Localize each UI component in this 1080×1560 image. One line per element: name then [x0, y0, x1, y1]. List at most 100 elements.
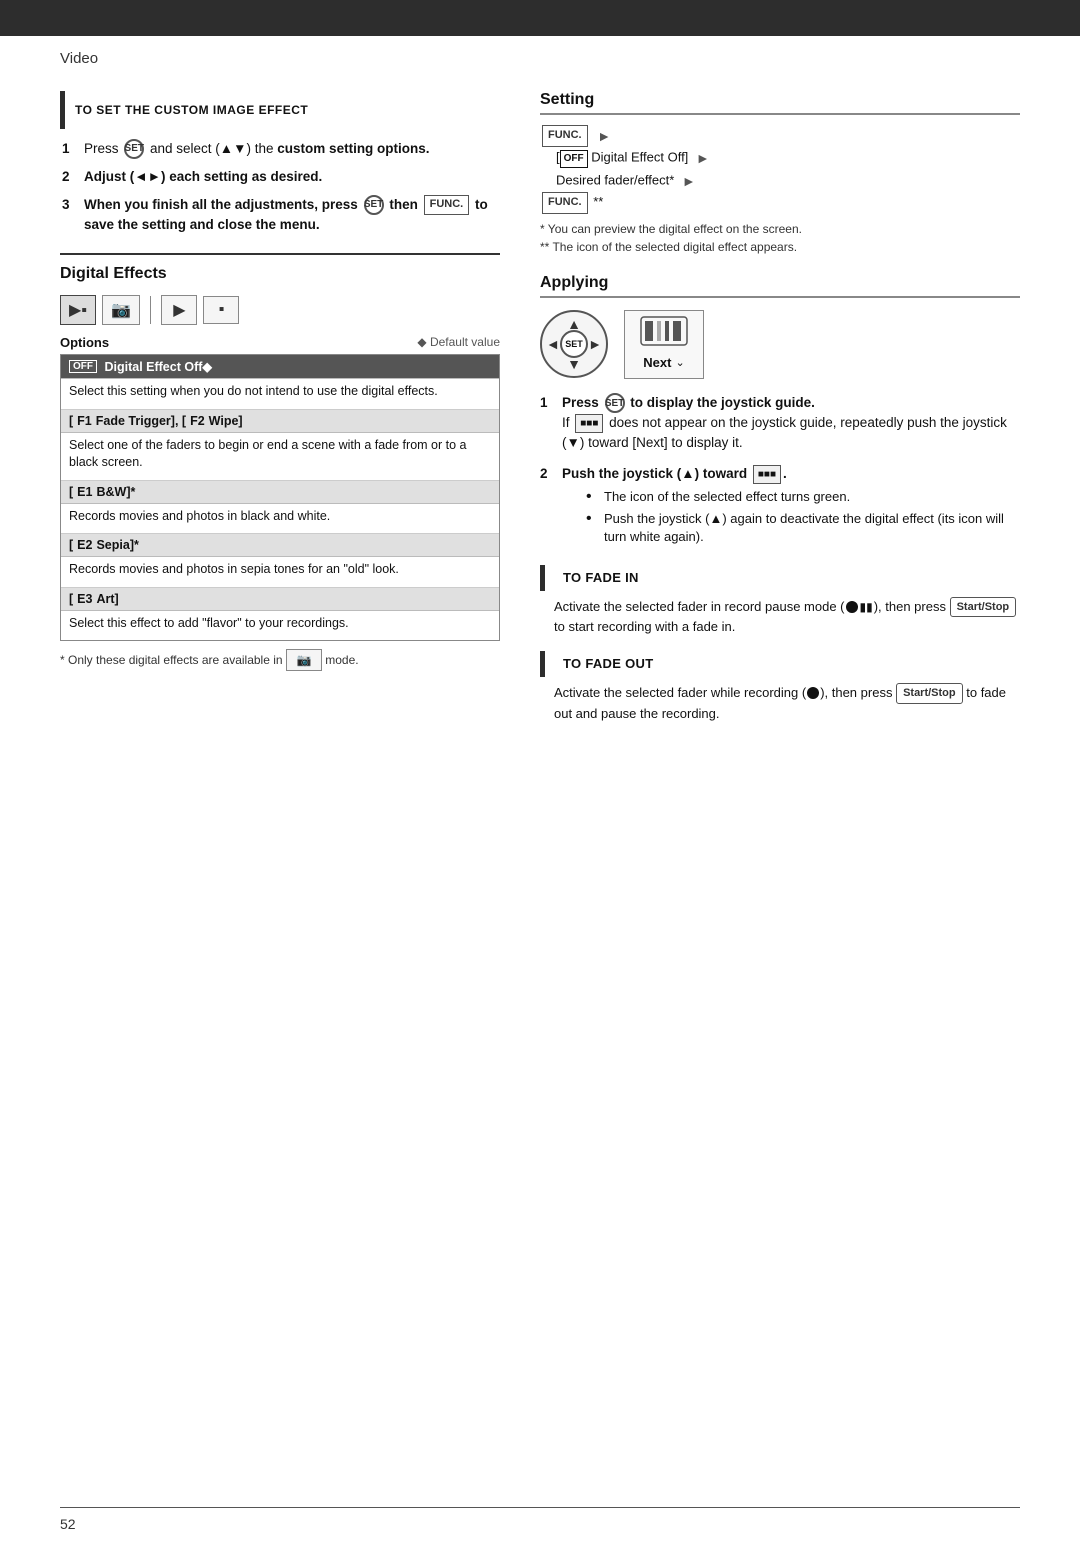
applying-step-1: 1 Press SET to display the joystick guid…	[540, 393, 1020, 454]
setting-flow-row-2: [OFF Digital Effect Off] ►	[556, 147, 1020, 169]
page-number: 52	[60, 1516, 76, 1532]
setting-flow-row-3: Desired fader/effect* ►	[556, 170, 1020, 192]
off-icon: OFF	[69, 360, 97, 373]
option-desc-0: Select this setting when you do not inte…	[61, 379, 499, 410]
flow-arrow-1: ►	[597, 128, 611, 144]
step-1-text: Press SET and select (▲▼) the custom set…	[84, 139, 430, 159]
record-dot-1	[846, 601, 858, 613]
step-3-text: When you finish all the adjustments, pre…	[84, 195, 500, 235]
next-label: Next	[643, 355, 671, 370]
default-value-label: ◆ Default value	[417, 335, 500, 350]
mode-icon-photo2: ▪	[203, 296, 239, 324]
step-3-num: 3	[62, 195, 76, 235]
bullet-1-text: The icon of the selected effect turns gr…	[604, 488, 850, 506]
fade-out-section: TO FADE OUT Activate the selected fader …	[540, 651, 1020, 723]
option-desc-3: Records movies and photos in sepia tones…	[61, 557, 499, 588]
mode-divider	[150, 296, 152, 324]
setting-note-2: ** The icon of the selected digital effe…	[540, 238, 1020, 256]
setting-flow-row-1: FUNC. ►	[540, 125, 1020, 147]
bullet-1: • The icon of the selected effect turns …	[586, 488, 1020, 506]
start-stop-btn-2: Start/Stop	[896, 683, 963, 704]
bullet-2: • Push the joystick (▲) again to deactiv…	[586, 510, 1020, 546]
step-1-num: 1	[62, 139, 76, 159]
fade-in-section: TO FADE IN Activate the selected fader i…	[540, 565, 1020, 637]
top-bar	[0, 0, 1080, 36]
joystick-down-arrow: ▼	[567, 356, 581, 372]
bottom-rule	[60, 1507, 1020, 1508]
option-header-0: OFF Digital Effect Off◆	[61, 355, 499, 379]
fade-in-accent-bar	[540, 565, 545, 591]
steps-list: 1 Press SET and select (▲▼) the custom s…	[60, 139, 500, 235]
pause-icon-1: ▮▮	[860, 598, 873, 616]
joystick-right-arrow: ►	[588, 336, 602, 352]
joystick-center: SET	[560, 330, 588, 358]
setting-flow-row-4: FUNC. **	[540, 192, 1020, 214]
step-2-text: Adjust (◄►) each setting as desired.	[84, 167, 322, 187]
step-2: 2 Adjust (◄►) each setting as desired.	[62, 167, 500, 187]
setting-note-1: * You can preview the digital effect on …	[540, 220, 1020, 238]
record-dot-2	[807, 687, 819, 699]
section-accent-bar	[60, 91, 65, 129]
joystick-circle: ▲ ▼ ◄ ► SET	[540, 310, 608, 378]
joystick-up-arrow: ▲	[567, 316, 581, 332]
digital-effect-icon: ■■■	[575, 414, 603, 433]
content-area: TO SET THE CUSTOM IMAGE EFFECT 1 Press S…	[0, 73, 1080, 723]
off-icon-setting: OFF	[560, 150, 588, 168]
next-panel-icon	[635, 315, 693, 353]
joystick-left-arrow: ◄	[546, 336, 560, 352]
digital-effect-icon-2: ■■■	[753, 465, 781, 484]
page-header: Video	[0, 36, 1080, 73]
setting-notes: * You can preview the digital effect on …	[540, 220, 1020, 256]
fade-in-body: Activate the selected fader in record pa…	[554, 597, 1020, 637]
footnote: * Only these digital effects are availab…	[60, 649, 500, 671]
option-header-3: [E2 Sepia]*	[61, 534, 499, 557]
applying-steps-list: 1 Press SET to display the joystick guid…	[540, 393, 1020, 551]
option-header-1: [F1 Fade Trigger], [F2 Wipe]	[61, 410, 499, 433]
fade-in-heading: TO FADE IN	[563, 570, 639, 585]
fade-in-title-row: TO FADE IN	[540, 565, 1020, 591]
fade-out-accent-bar	[540, 651, 545, 677]
mode-icon-video: ▶▪	[60, 295, 96, 325]
mode-icons-row: ▶▪ 📷 ▶ ▪	[60, 295, 500, 325]
setting-heading: Setting	[540, 91, 1020, 115]
func-btn-1: FUNC.	[424, 195, 470, 215]
func-btn-setting-2: FUNC.	[542, 192, 588, 214]
step-2-num: 2	[62, 167, 76, 187]
options-header: Options ◆ Default value	[60, 335, 500, 350]
start-stop-btn-1: Start/Stop	[950, 597, 1017, 618]
fade-out-title-row: TO FADE OUT	[540, 651, 1020, 677]
step-3: 3 When you finish all the adjustments, p…	[62, 195, 500, 235]
func-btn-setting: FUNC.	[542, 125, 588, 147]
applying-step-2-num: 2	[540, 464, 554, 551]
set-icon-2: SET	[364, 195, 384, 215]
fade-out-heading: TO FADE OUT	[563, 656, 653, 671]
options-table: OFF Digital Effect Off◆ Select this sett…	[60, 354, 500, 641]
mode-icon-photo: 📷	[102, 295, 140, 325]
bullet-2-text: Push the joystick (▲) again to deactivat…	[604, 510, 1020, 546]
chevron-down-icon: ⌄	[675, 356, 684, 369]
custom-image-effect-section: TO SET THE CUSTOM IMAGE EFFECT	[60, 91, 500, 129]
joystick-diagram: ▲ ▼ ◄ ► SET Next	[540, 310, 1020, 379]
divider-rule	[60, 253, 500, 255]
applying-step-2: 2 Push the joystick (▲) toward ■■■. • Th…	[540, 464, 1020, 551]
custom-image-effect-heading: TO SET THE CUSTOM IMAGE EFFECT	[75, 103, 308, 117]
option-header-4: [E3 Art]	[61, 588, 499, 611]
bullet-dot-2: •	[586, 511, 598, 546]
mode-icon-playback: ▶	[161, 295, 197, 325]
option-desc-2: Records movies and photos in black and w…	[61, 504, 499, 535]
flow-arrow-3: ►	[682, 173, 696, 189]
applying-step-1-num: 1	[540, 393, 554, 454]
flow-arrow-2: ►	[696, 150, 710, 166]
applying-step-2-bullets: • The icon of the selected effect turns …	[586, 488, 1020, 547]
option-header-2: [E1 B&W]*	[61, 481, 499, 504]
digital-effects-heading: Digital Effects	[60, 265, 500, 283]
setting-flow: FUNC. ► [OFF Digital Effect Off] ► Desir…	[540, 125, 1020, 214]
left-column: TO SET THE CUSTOM IMAGE EFFECT 1 Press S…	[60, 73, 500, 723]
applying-heading: Applying	[540, 274, 1020, 298]
options-label: Options	[60, 335, 109, 350]
step-1: 1 Press SET and select (▲▼) the custom s…	[62, 139, 500, 159]
applying-step-2-text: Push the joystick (▲) toward ■■■. • The …	[562, 464, 1020, 551]
option-desc-4: Select this effect to add "flavor" to yo…	[61, 611, 499, 641]
right-column: Setting FUNC. ► [OFF Digital Effect Off]…	[540, 73, 1020, 723]
bullet-dot-1: •	[586, 489, 598, 506]
